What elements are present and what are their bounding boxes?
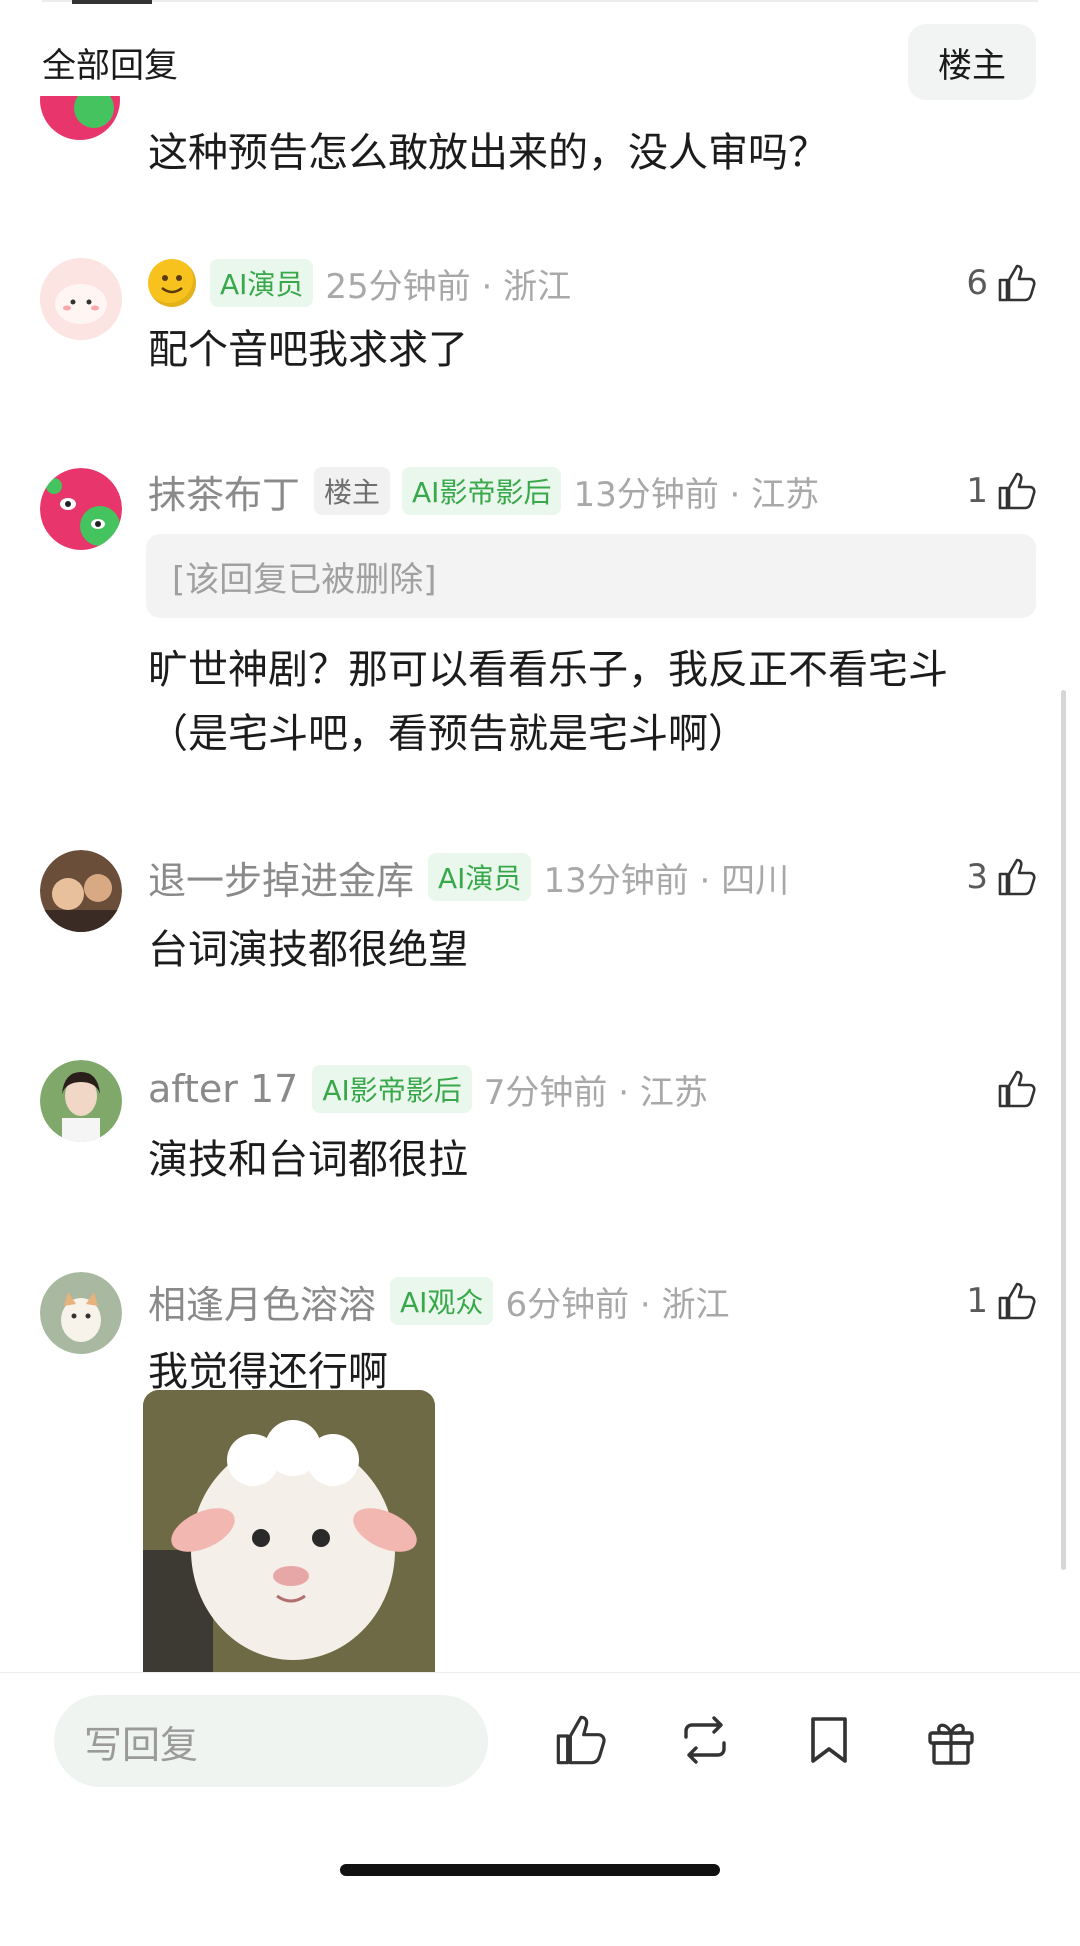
page-title: 全部回复 [42,46,178,86]
gift-icon [928,1723,974,1765]
user-badge: AI观众 [390,1277,494,1325]
gift-button[interactable] [916,1705,986,1775]
owner-only-button[interactable]: 楼主 [908,24,1036,100]
comment-time: 13分钟前 · 江苏 [573,474,820,515]
thumbs-up-icon [998,264,1036,302]
avatar[interactable] [40,468,122,550]
bookmark-icon [811,1717,847,1763]
user-badge: AI影帝影后 [312,1065,472,1113]
comment-text: 演技和台词都很拉 [148,1137,468,1183]
username[interactable]: after 17 [148,1067,298,1111]
deleted-reply-quote: [该回复已被删除] [146,534,1036,618]
comment-text: 这种预告怎么敢放出来的，没人审吗？ [148,130,828,176]
top-divider [42,0,1038,4]
user-badge: AI影帝影后 [402,467,562,515]
avatar[interactable] [40,96,120,140]
like-button[interactable] [988,1064,1038,1114]
user-badge: AI演员 [428,853,532,901]
bottom-action-bar: 写回复 [0,1672,1080,1946]
thumbs-up-icon [998,1070,1036,1108]
tab-indicator [72,0,152,4]
reply-input[interactable]: 写回复 [54,1695,488,1787]
comment-image[interactable] [143,1390,435,1680]
like-count: 3 [966,857,988,897]
like-post-button[interactable] [546,1705,616,1775]
thumbs-up-icon [998,472,1036,510]
owner-badge: 楼主 [314,467,391,515]
like-button[interactable]: 6 [966,258,1038,308]
comment-time: 25分钟前 · 浙江 [325,266,572,307]
scrollbar[interactable] [1061,690,1066,1570]
avatar[interactable] [40,1060,122,1142]
smiley-icon [148,259,196,307]
thumbs-up-icon [998,1282,1036,1320]
avatar[interactable] [40,1272,122,1354]
repost-icon [684,1716,726,1764]
header: 全部回复 楼主 [0,18,1080,108]
like-count: 1 [966,471,988,511]
comment-time: 6分钟前 · 浙江 [505,1284,730,1325]
user-badge: AI演员 [210,259,314,307]
thumbs-up-icon [998,858,1036,896]
home-indicator [340,1864,720,1876]
avatar[interactable] [40,258,122,340]
like-count: 6 [966,263,988,303]
username[interactable]: 抹茶布丁 [148,464,300,519]
thumbs-up-icon [556,1715,606,1765]
like-count: 1 [966,1281,988,1321]
comment-time: 13分钟前 · 四川 [543,860,790,901]
repost-button[interactable] [670,1705,740,1775]
like-button[interactable]: 3 [966,852,1038,902]
username[interactable]: 退一步掉进金库 [148,850,414,905]
comment-text: 旷世神剧？那可以看看乐子，我反正不看宅斗（是宅斗吧，看预告就是宅斗啊） [148,647,948,757]
username[interactable]: 相逢月色溶溶 [148,1274,376,1329]
avatar[interactable] [40,850,122,932]
like-button[interactable]: 1 [966,1276,1038,1326]
comment-text: 配个音吧我求求了 [148,327,468,373]
like-button[interactable]: 1 [966,466,1038,516]
comment-time: 7分钟前 · 江苏 [483,1072,708,1113]
bookmark-button[interactable] [794,1705,864,1775]
comment-text: 台词演技都很绝望 [148,927,468,973]
